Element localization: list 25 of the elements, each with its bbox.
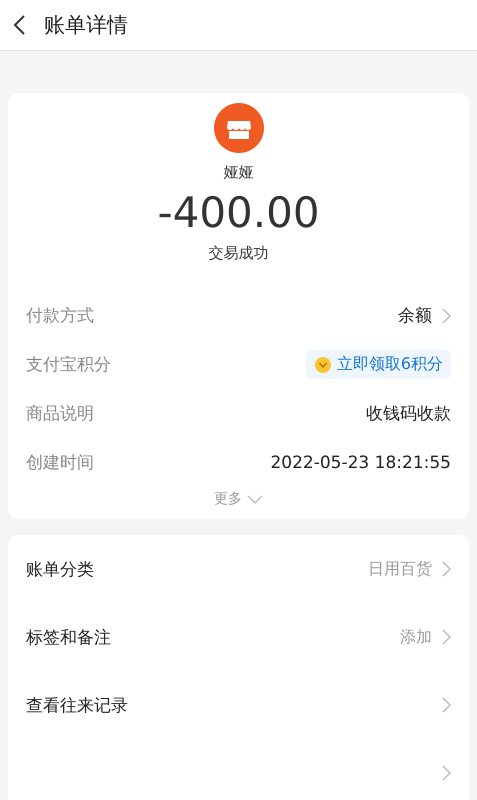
action-value: 添加: [400, 626, 432, 648]
payee-name: 娅娅: [224, 163, 254, 182]
detail-value: 收钱码收款: [366, 403, 451, 425]
action-row[interactable]: 查看往来记录: [8, 671, 469, 739]
action-label: 账单分类: [26, 558, 94, 580]
action-label: 标签和备注: [26, 626, 111, 648]
detail-label: 商品说明: [26, 403, 94, 425]
detail-label: 支付宝积分: [26, 354, 111, 376]
detail-label: 付款方式: [26, 305, 94, 327]
action-label: 查看往来记录: [26, 694, 128, 716]
points-badge[interactable]: 立即领取6积分: [306, 350, 451, 379]
badge-text: 立即领取6积分: [336, 354, 443, 375]
coin-icon: [314, 356, 332, 374]
status-text: 交易成功: [208, 244, 268, 263]
detail-value: 余额: [398, 305, 432, 327]
amount: -400.00: [157, 188, 320, 238]
back-icon: [12, 14, 26, 36]
shop-icon: [214, 103, 264, 153]
detail-value: 2022-05-23 18:21:55: [270, 452, 451, 472]
chevron-down-icon: [247, 494, 263, 504]
action-value: 日用百货: [368, 558, 432, 580]
action-row[interactable]: 标签和备注 添加: [8, 603, 469, 671]
action-row[interactable]: 账单分类 日用百货: [8, 535, 469, 603]
detail-label: 创建时间: [26, 452, 94, 474]
page-title: 账单详情: [44, 12, 128, 39]
